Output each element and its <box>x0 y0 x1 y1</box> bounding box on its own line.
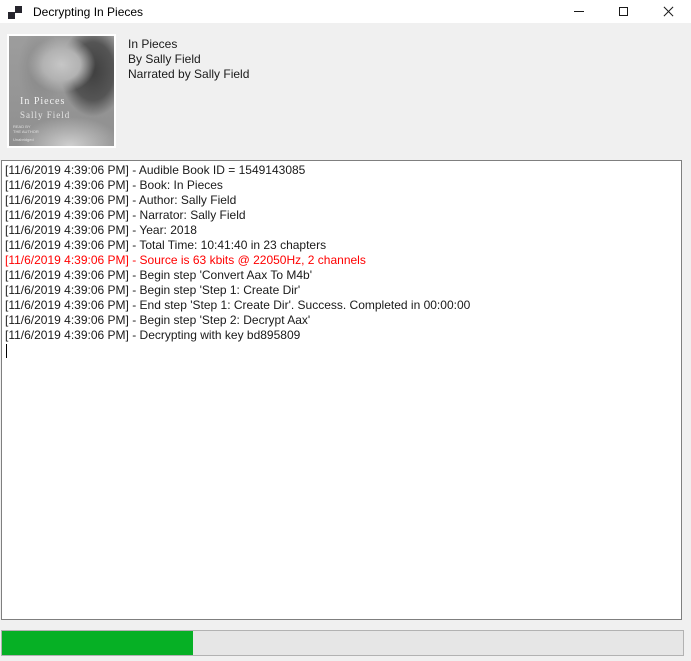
book-author: By Sally Field <box>128 52 249 67</box>
cover-edition-text: Unabridged <box>13 137 34 142</box>
log-line: [11/6/2019 4:39:06 PM] - Source is 63 kb… <box>5 253 677 268</box>
log-line: [11/6/2019 4:39:06 PM] - Book: In Pieces <box>5 178 677 193</box>
log-line: [11/6/2019 4:39:06 PM] - End step 'Step … <box>5 298 677 313</box>
maximize-icon <box>619 7 628 16</box>
log-textbox[interactable]: [11/6/2019 4:39:06 PM] - Audible Book ID… <box>1 160 682 620</box>
log-line: [11/6/2019 4:39:06 PM] - Begin step 'Ste… <box>5 313 677 328</box>
cover-readby-text: READ BY THE AUTHOR <box>13 124 39 134</box>
log-line: [11/6/2019 4:39:06 PM] - Year: 2018 <box>5 223 677 238</box>
app-window: Decrypting In Pieces In Pieces Sally Fie… <box>0 0 691 661</box>
book-title: In Pieces <box>128 37 249 52</box>
window-controls <box>556 0 691 23</box>
close-button[interactable] <box>646 0 691 23</box>
log-line: [11/6/2019 4:39:06 PM] - Begin step 'Con… <box>5 268 677 283</box>
log-line: [11/6/2019 4:39:06 PM] - Total Time: 10:… <box>5 238 677 253</box>
minimize-button[interactable] <box>556 0 601 23</box>
cover-title-text: In Pieces <box>20 96 65 107</box>
log-line: [11/6/2019 4:39:06 PM] - Audible Book ID… <box>5 163 677 178</box>
log-line: [11/6/2019 4:39:06 PM] - Narrator: Sally… <box>5 208 677 223</box>
progress-bar <box>1 630 684 656</box>
cover-author-text: Sally Field <box>20 110 70 120</box>
book-narrator: Narrated by Sally Field <box>128 67 249 82</box>
log-line: [11/6/2019 4:39:06 PM] - Author: Sally F… <box>5 193 677 208</box>
book-cover-image: In Pieces Sally Field READ BY THE AUTHOR… <box>7 34 116 148</box>
close-icon <box>663 6 674 17</box>
window-title: Decrypting In Pieces <box>33 5 143 19</box>
caret-line <box>5 343 677 358</box>
log-line: [11/6/2019 4:39:06 PM] - Decrypting with… <box>5 328 677 343</box>
log-line: [11/6/2019 4:39:06 PM] - Begin step 'Ste… <box>5 283 677 298</box>
book-info: In Pieces By Sally Field Narrated by Sal… <box>128 37 249 82</box>
progress-fill <box>2 631 193 655</box>
cover-readby-line2: THE AUTHOR <box>13 129 39 134</box>
title-bar: Decrypting In Pieces <box>0 0 691 23</box>
app-icon-square-large <box>14 5 23 14</box>
app-icon <box>8 4 24 20</box>
maximize-button[interactable] <box>601 0 646 23</box>
text-caret <box>6 344 7 358</box>
log-lines: [11/6/2019 4:39:06 PM] - Audible Book ID… <box>5 163 677 343</box>
app-icon-square-small <box>8 12 15 19</box>
minimize-icon <box>574 11 584 12</box>
